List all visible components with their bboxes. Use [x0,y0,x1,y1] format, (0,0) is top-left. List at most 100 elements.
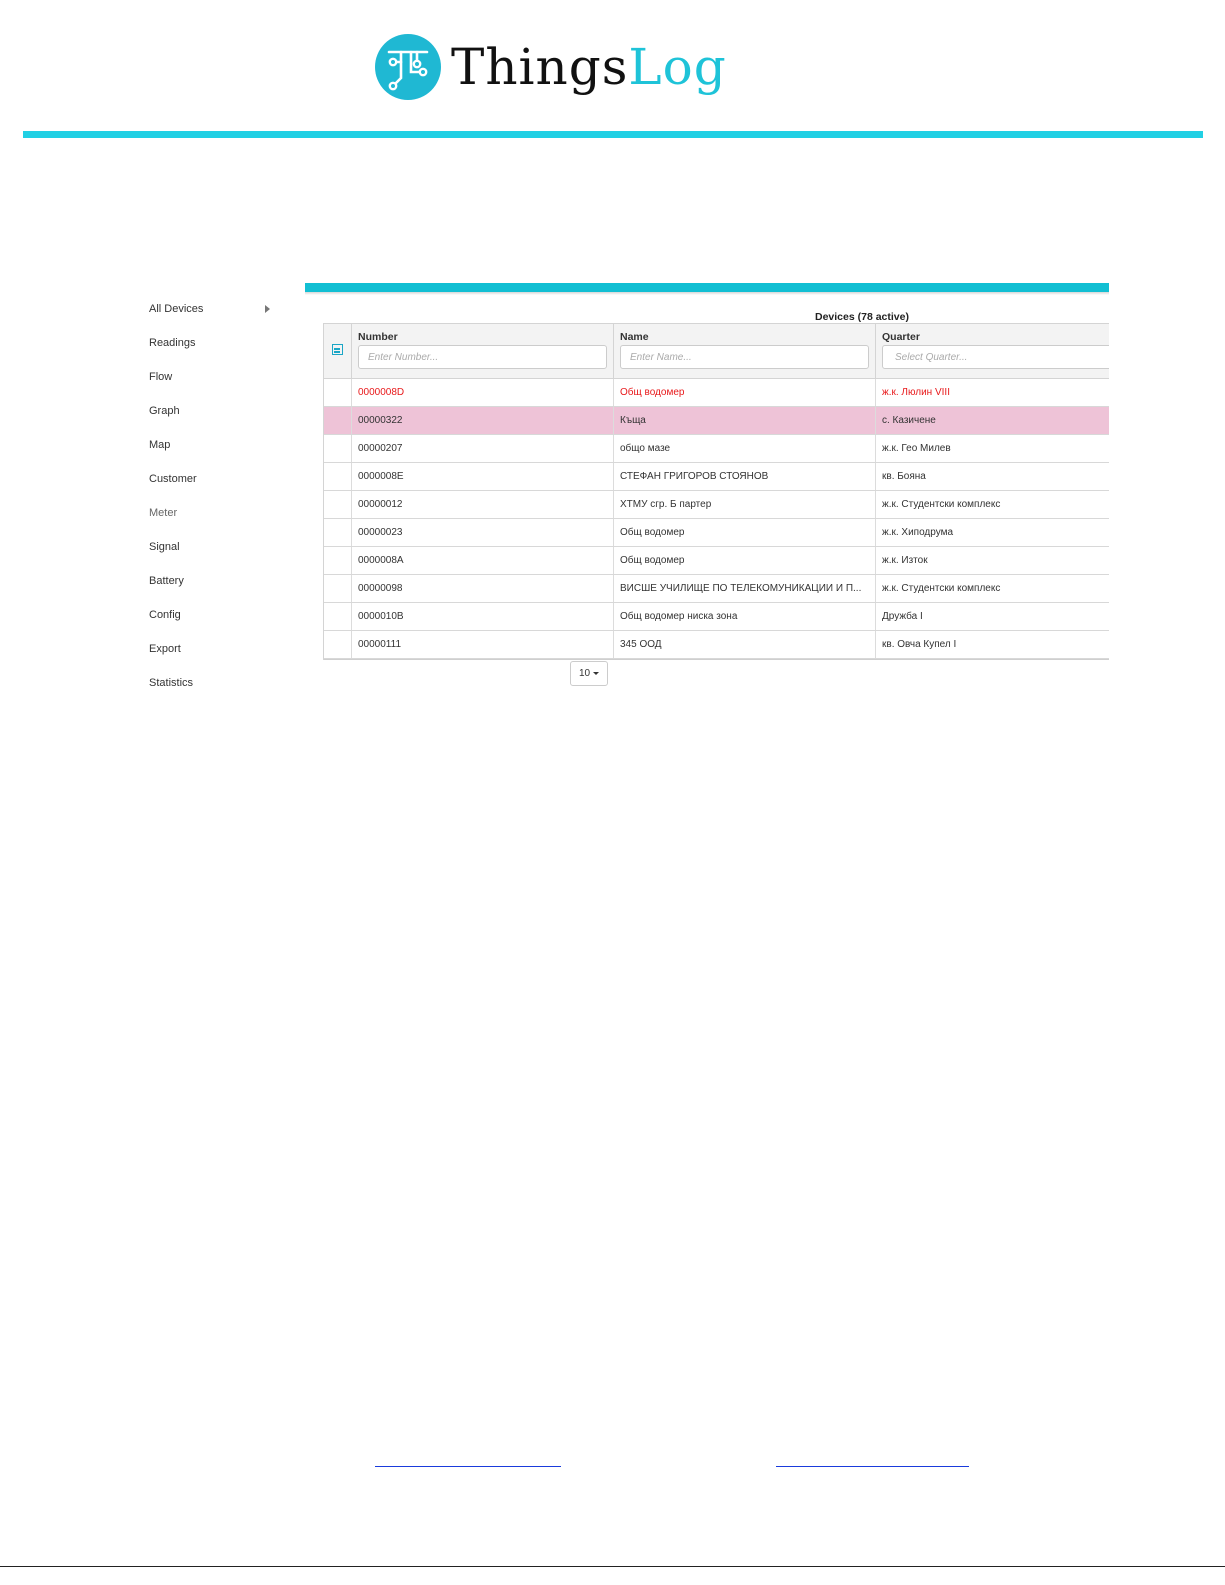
cell-quarter: ж.к. Студентски комплекс [882,583,1001,594]
row-selector-cell[interactable] [324,547,352,574]
header-number: Number [352,324,614,378]
number-filter-input[interactable] [358,345,607,369]
cell-number: 0000008D [352,379,614,406]
cell-quarter: кв. Бояна [882,471,926,482]
sidebar-item-export[interactable]: Export [141,635,281,669]
table-row[interactable]: 00000111 345 ООД кв. Овча Купел I [324,631,1109,659]
name-filter-input[interactable] [620,345,869,369]
wordmark-log: Log [628,38,727,96]
footer-link-left[interactable] [375,1466,561,1467]
grid-body: 0000008D Общ водомер ж.к. Люлин VIII 000003… [324,379,1109,659]
table-row[interactable]: 0000008E СТЕФАН ГРИГОРОВ СТОЯНОВ кв. Бояна [324,463,1109,491]
table-row[interactable]: 00000012 ХТМУ сгр. Б партер ж.к. Студентск… [324,491,1109,519]
table-row[interactable]: 00000207 общо мазе ж.к. Гео Милев [324,435,1109,463]
row-selector-cell[interactable] [324,435,352,462]
caret-down-icon [593,671,600,675]
cell-quarter: ж.к. Люлин VIII [882,387,950,398]
cell-name: Общ водомер [614,519,876,546]
grid-bottom-border [324,659,1109,660]
sidebar-item-statistics[interactable]: Statistics [141,669,281,703]
sidebar-item-map[interactable]: Map [141,431,281,465]
cell-name: Къща [614,407,876,434]
sidebar-item-flow[interactable]: Flow [141,363,281,397]
devices-panel: Devices (78 active) Number Name Quarter … [305,283,1109,699]
row-selector-cell[interactable] [324,407,352,434]
grid-menu-icon[interactable] [332,344,343,355]
sidebar-item-readings[interactable]: Readings [141,329,281,363]
cell-name: Общ водомер [614,379,876,406]
sidebar-item-customer[interactable]: Customer [141,465,281,499]
cell-number: 00000322 [352,407,614,434]
sidebar-item-config[interactable]: Config [141,601,281,635]
row-selector-cell[interactable] [324,603,352,630]
cell-number: 0000008E [352,463,614,490]
sidebar-item-all-devices[interactable]: All Devices [141,295,281,329]
table-row[interactable]: 00000322 Къща с. Казичене [324,407,1109,435]
sidebar-item-battery[interactable]: Battery [141,567,281,601]
cell-quarter: Дружба I [882,611,923,622]
grid-header: Number Name Quarter [324,324,1109,379]
footer-link-right[interactable] [776,1466,969,1467]
sidebar-nav: All Devices Readings Flow Graph Map Cust… [141,295,281,703]
table-row[interactable]: 0000008A Общ водомер ж.к. Изток [324,547,1109,575]
thingslog-wordmark: ThingsLog [451,42,727,92]
thingslog-logo: ThingsLog [375,33,835,101]
table-row[interactable]: 0000008D Общ водомер ж.к. Люлин VIII [324,379,1109,407]
cell-name: ВИСШЕ УЧИЛИЩЕ ПО ТЕЛЕКОМУНИКАЦИИ И П... [614,575,876,602]
sidebar-item-label: Customer [149,473,197,485]
column-title-name[interactable]: Name [620,331,649,343]
cell-name: ХТМУ сгр. Б партер [614,491,876,518]
sidebar-item-label: Readings [149,337,196,349]
column-title-number[interactable]: Number [358,331,398,343]
panel-top-bar [305,283,1109,292]
cell-name: Общ водомер ниска зона [614,603,876,630]
row-selector-cell[interactable] [324,631,352,658]
quarter-filter-input[interactable] [882,345,1109,369]
row-selector-cell[interactable] [324,519,352,546]
page-size-dropdown[interactable]: 10 [570,661,608,686]
sidebar-item-signal[interactable]: Signal [141,533,281,567]
cell-number: 00000012 [352,491,614,518]
cell-name: общо мазе [614,435,876,462]
caret-right-icon [265,305,270,313]
cell-number: 0000008A [352,547,614,574]
sidebar-item-label: Battery [149,575,184,587]
cell-quarter: с. Казичене [882,415,936,426]
sidebar-item-label: Statistics [149,677,194,689]
sidebar-item-label: Signal [149,541,180,553]
sidebar-item-label: Meter [149,507,178,519]
sidebar-item-label: Config [149,609,181,621]
cell-name: Общ водомер [614,547,876,574]
sidebar-item-label: Graph [149,405,180,417]
thingslog-logo-mark-icon [375,34,441,100]
cell-quarter: ж.к. Хиподрума [882,527,954,538]
cell-number: 00000098 [352,575,614,602]
row-selector-cell[interactable] [324,379,352,406]
row-selector-cell[interactable] [324,463,352,490]
grid-title: Devices (78 active) [815,311,909,323]
header-name: Name [614,324,876,378]
cell-quarter: ж.к. Студентски комплекс [882,499,1001,510]
header-quarter: Quarter [876,324,1109,378]
cell-quarter: ж.к. Изток [882,555,928,566]
wordmark-things: Things [451,38,629,96]
cell-name: СТЕФАН ГРИГОРОВ СТОЯНОВ [614,463,876,490]
page-bottom-rule [0,1566,1225,1567]
header-menu-cell [324,324,352,378]
cell-number: 00000111 [352,631,614,658]
sidebar-item-meter[interactable]: Meter [141,499,281,533]
cell-quarter: кв. Овча Купел I [882,639,957,650]
table-row[interactable]: 00000023 Общ водомер ж.к. Хиподрума [324,519,1109,547]
column-title-quarter[interactable]: Quarter [882,331,920,343]
table-row[interactable]: 0000010B Общ водомер ниска зона Дружба I [324,603,1109,631]
row-selector-cell[interactable] [324,491,352,518]
cell-number: 0000010B [352,603,614,630]
panel-shadow [305,292,1109,295]
table-row[interactable]: 00000098 ВИСШЕ УЧИЛИЩЕ ПО ТЕЛЕКОМУНИКАЦИИ… [324,575,1109,603]
sidebar-item-graph[interactable]: Graph [141,397,281,431]
sidebar-item-label: Flow [149,371,173,383]
header-divider [23,131,1203,138]
cell-number: 00000023 [352,519,614,546]
page-size-value: 10 [578,668,591,679]
row-selector-cell[interactable] [324,575,352,602]
